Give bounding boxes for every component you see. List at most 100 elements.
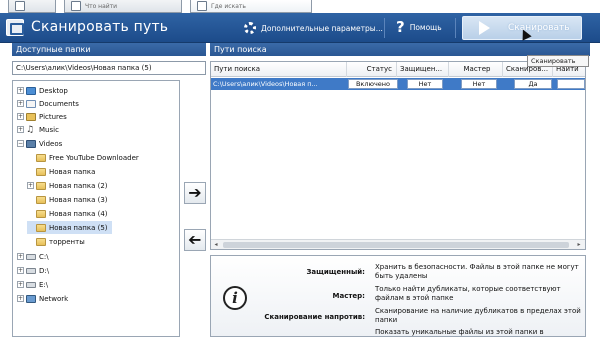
tree-item-free-youtube-downloader[interactable]: Free YouTube Downloader <box>27 151 139 164</box>
tab-what-to-find[interactable]: Что найти <box>64 0 182 13</box>
cell-master[interactable]: Нет <box>461 79 497 89</box>
tree-item-new-folder[interactable]: Новая папка <box>27 165 95 178</box>
tree-item-label: Pictures <box>39 112 67 121</box>
tree-item-label: Network <box>39 294 69 303</box>
info-key-master: Мастер: <box>332 292 365 300</box>
top-tab-strip: Что найти Где искать <box>0 0 600 13</box>
tree-item-documents[interactable]: + Documents <box>17 97 79 110</box>
cell-path: C:\Users\алик\Videos\Новая п... <box>213 80 318 88</box>
tree-item-label: Новая папка (5) <box>49 223 108 232</box>
info-icon: i <box>223 286 247 310</box>
gear-icon <box>244 22 256 34</box>
folder-icon <box>36 209 46 218</box>
tree-item-label: Новая папка (2) <box>49 181 108 190</box>
tree-item-desktop[interactable]: + Desktop <box>17 84 68 97</box>
tab-what-to-find-label: Что найти <box>85 2 118 10</box>
folder-icon <box>36 223 46 232</box>
info-value-master: Только найти дубликаты, которые соответс… <box>375 285 561 302</box>
expand-icon[interactable]: + <box>17 126 24 133</box>
scroll-left-icon[interactable]: ◂ <box>212 241 220 249</box>
scroll-right-icon[interactable]: ▸ <box>575 241 583 249</box>
desktop-icon <box>26 86 36 95</box>
cell-scan[interactable]: Да <box>514 79 552 89</box>
path-input[interactable]: C:\Users\алик\Videos\Новая папка (5) <box>12 61 206 75</box>
remove-path-button[interactable]: ➔ <box>184 229 206 251</box>
info-value-protected: Хранить в безопасности. Файлы в этой пап… <box>375 263 579 280</box>
tree-item-music[interactable]: + ♫ Music <box>17 123 59 136</box>
music-icon: ♫ <box>26 124 35 135</box>
search-paths-table[interactable]: Пути поиска Статус Защищен... Мастер Ска… <box>210 61 586 250</box>
scan-path-icon <box>6 19 24 36</box>
horizontal-scrollbar[interactable]: ◂ ▸ <box>211 239 585 249</box>
expand-icon[interactable]: + <box>27 182 34 189</box>
drive-icon <box>26 267 36 274</box>
command-bar: Сканировать путь Дополнительные параметр… <box>0 13 600 43</box>
magnifier-icon <box>71 1 81 11</box>
column-header-master[interactable]: Мастер <box>449 62 503 77</box>
toolbar-separator <box>455 18 456 38</box>
tree-item-new-folder-4[interactable]: Новая папка (4) <box>27 207 108 220</box>
tree-item-label: Music <box>39 125 59 134</box>
help-label: Помощь <box>409 22 442 32</box>
expand-icon[interactable]: + <box>17 295 24 302</box>
tree-item-torrents[interactable]: торренты <box>27 235 85 248</box>
add-path-button[interactable]: ➔ <box>184 182 206 204</box>
tree-item-pictures[interactable]: + Pictures <box>17 110 67 123</box>
page-title: Сканировать путь <box>31 19 169 35</box>
tree-item-label: C:\ <box>39 252 49 261</box>
column-header-path[interactable]: Пути поиска <box>211 62 347 77</box>
column-header-protected[interactable]: Защищен... <box>397 62 449 77</box>
folder-icon <box>36 195 46 204</box>
tree-item-label: Новая папка (4) <box>49 209 108 218</box>
tree-item-new-folder-5[interactable]: Новая папка (5) <box>27 221 112 234</box>
advanced-params-label: Дополнительные параметры... <box>261 23 383 33</box>
tree-item-new-folder-2[interactable]: + Новая папка (2) <box>27 179 108 192</box>
scan-tooltip: Сканировать <box>527 55 589 67</box>
folder-icon <box>36 153 46 162</box>
cell-find[interactable] <box>557 79 585 89</box>
tree-item-label: E:\ <box>39 280 49 289</box>
help-icon: ? <box>396 18 405 36</box>
drive-icon <box>26 253 36 260</box>
help-button[interactable]: ? Помощь <box>396 18 442 36</box>
tree-item-label: Новая папка (3) <box>49 195 108 204</box>
cell-protected[interactable]: Нет <box>407 79 443 89</box>
expand-icon[interactable]: + <box>17 87 24 94</box>
expand-icon[interactable]: + <box>17 267 24 274</box>
column-header-status[interactable]: Статус <box>347 62 397 77</box>
tree-item-drive-e[interactable]: + E:\ <box>17 278 48 291</box>
collapse-icon[interactable]: − <box>17 140 24 147</box>
drive-icon <box>26 281 36 288</box>
tree-item-network[interactable]: + Network <box>17 292 68 305</box>
expand-icon[interactable]: + <box>17 253 24 260</box>
play-icon <box>479 21 490 35</box>
info-value-unique: Показать уникальные файлы из этой папки … <box>375 328 544 336</box>
folder-search-icon <box>197 1 207 11</box>
arrow-right-icon: ➔ <box>188 183 202 202</box>
tree-item-new-folder-3[interactable]: Новая папка (3) <box>27 193 108 206</box>
home-icon <box>15 1 25 11</box>
videos-icon <box>26 139 36 148</box>
tree-item-drive-c[interactable]: + C:\ <box>17 250 49 263</box>
tab-where-to-search[interactable]: Где искать <box>190 0 312 13</box>
tree-item-label: торренты <box>49 237 85 246</box>
toolbar-separator <box>384 18 385 38</box>
documents-icon <box>26 99 36 108</box>
tree-item-label: Videos <box>39 139 63 148</box>
scrollbar-thumb[interactable] <box>223 242 569 248</box>
tree-item-videos[interactable]: − Videos <box>17 137 62 150</box>
expand-icon[interactable]: + <box>17 100 24 107</box>
available-folders-header: Доступные папки <box>12 43 206 56</box>
folder-tree[interactable]: + Desktop + Documents + Pictures + ♫ Mus… <box>12 80 180 337</box>
tree-item-drive-d[interactable]: + D:\ <box>17 264 49 277</box>
advanced-params-button[interactable]: Дополнительные параметры... <box>244 22 383 34</box>
info-key-scan-against: Сканирование напротив: <box>264 313 365 321</box>
expand-icon[interactable]: + <box>17 113 24 120</box>
cell-status[interactable]: Включено <box>348 79 398 89</box>
expand-icon[interactable]: + <box>17 281 24 288</box>
pictures-icon <box>26 112 36 121</box>
tree-item-label: Новая папка <box>49 167 96 176</box>
table-row[interactable]: C:\Users\алик\Videos\Новая п... Включено… <box>211 78 585 90</box>
tab-home[interactable] <box>8 0 56 13</box>
tree-item-label: Free YouTube Downloader <box>49 153 139 162</box>
